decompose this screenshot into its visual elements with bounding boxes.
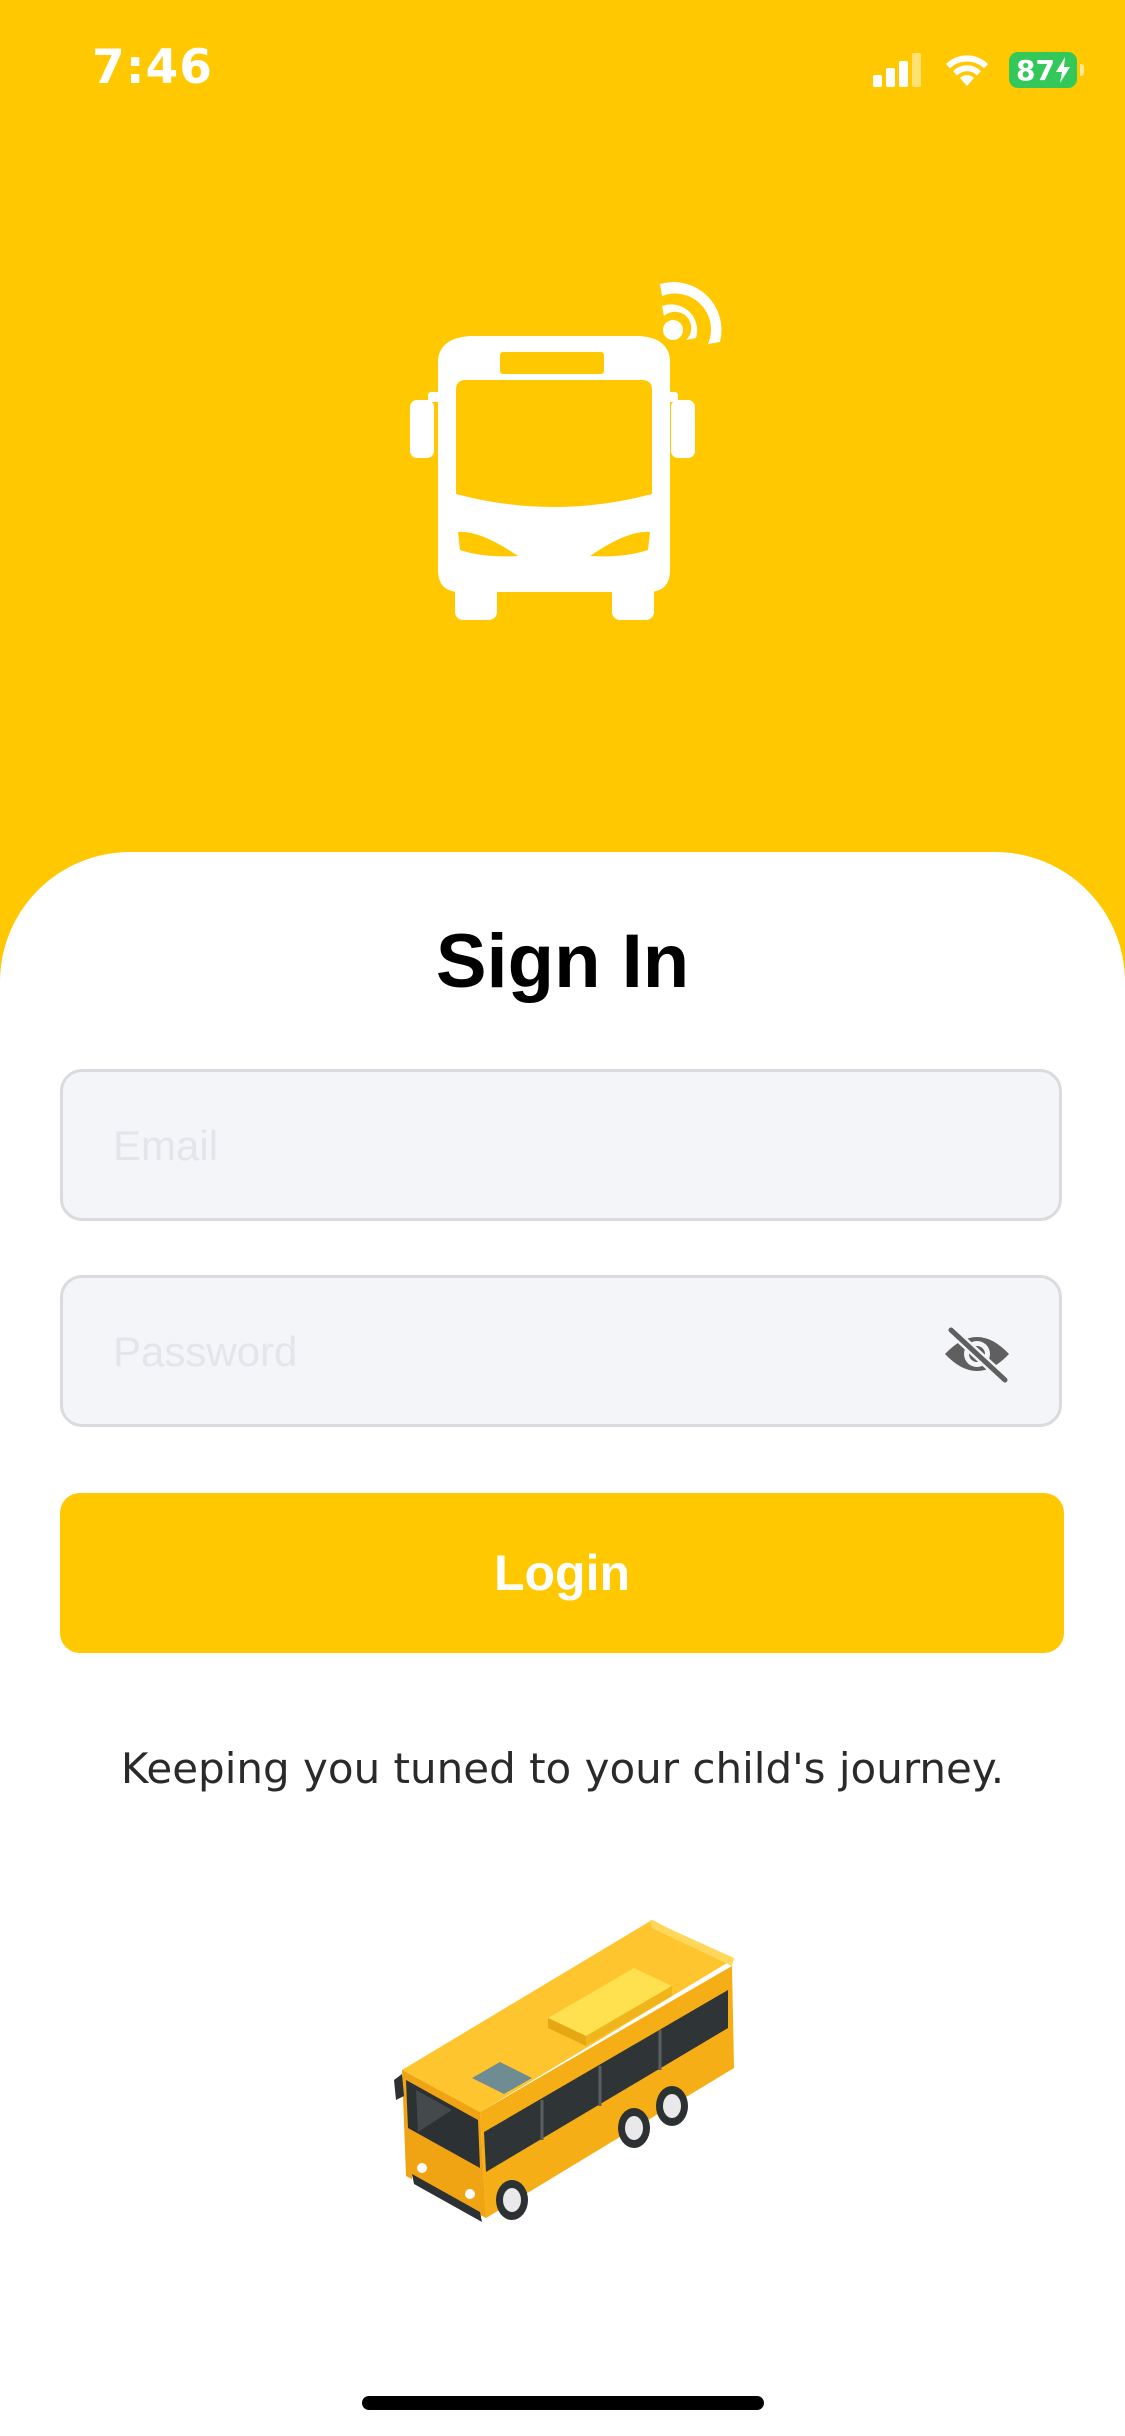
- battery-indicator: 87: [1009, 52, 1084, 88]
- wifi-icon: [946, 55, 988, 86]
- email-input[interactable]: [111, 1072, 975, 1220]
- login-button[interactable]: Login: [60, 1493, 1064, 1653]
- charging-bolt-icon: [1055, 57, 1070, 83]
- page-title: Sign In: [435, 919, 690, 1004]
- email-field[interactable]: [60, 1069, 1062, 1221]
- login-screen: 7:46 87 Sign In Email Login Keeping you …: [0, 0, 1125, 2436]
- school-bus-illustration: [394, 1920, 734, 2222]
- status-time: 7:46: [92, 40, 213, 95]
- app-logo: [400, 270, 730, 620]
- eye-off-icon[interactable]: [941, 1324, 1013, 1384]
- password-input[interactable]: [111, 1278, 975, 1426]
- battery-level: 87: [1016, 53, 1055, 87]
- status-bar: 7:46 87: [0, 0, 1125, 140]
- status-icons: 87: [873, 48, 1084, 92]
- tagline: Keeping you tuned to your child's journe…: [120, 1744, 1005, 1793]
- cellular-signal-icon: [873, 53, 921, 87]
- bus-with-signal-icon: [410, 282, 722, 620]
- password-field[interactable]: [60, 1275, 1062, 1427]
- home-indicator: [362, 2396, 764, 2410]
